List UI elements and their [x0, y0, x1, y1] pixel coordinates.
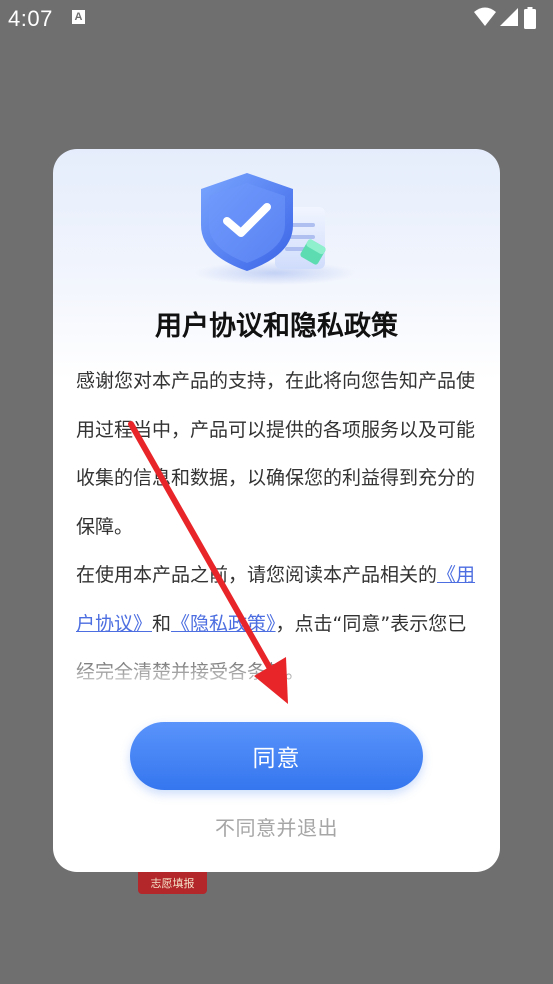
annotation-arrow	[128, 421, 288, 704]
